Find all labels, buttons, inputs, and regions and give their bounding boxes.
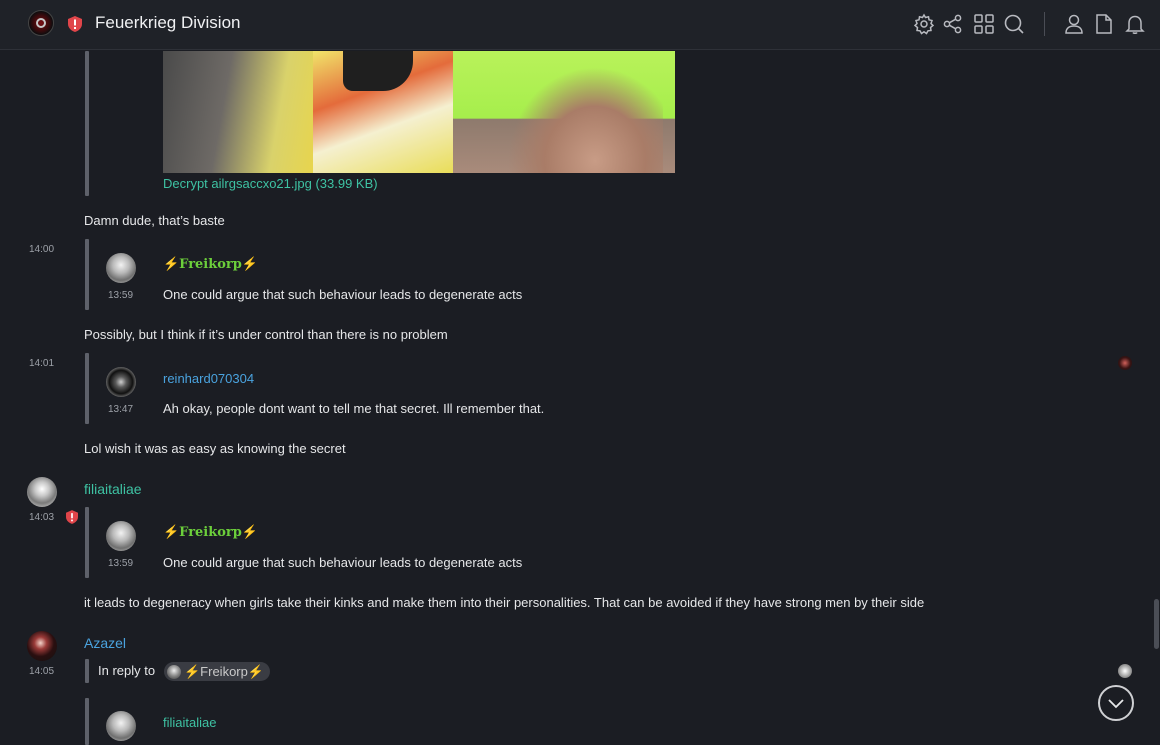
image-attachment[interactable] (163, 51, 675, 173)
reply-to-pill[interactable]: ⚡Freikorp⚡ (164, 662, 271, 681)
message-body: Possibly, but I think if it’s under cont… (84, 327, 448, 342)
read-receipt-avatar[interactable] (1118, 356, 1132, 370)
room-avatar[interactable] (28, 10, 54, 36)
reply-to-name: ⚡Freikorp⚡ (184, 663, 265, 679)
message-timestamp: 14:03 (29, 512, 55, 523)
toolbar-divider (1044, 12, 1045, 36)
message-timestamp: 14:05 (29, 666, 55, 677)
quoted-sender-name[interactable]: ⚡Freikorp⚡ (163, 525, 258, 540)
reply-user-avatar (167, 664, 181, 679)
message-body: it leads to degeneracy when girls take t… (84, 595, 925, 610)
quoted-text: One could argue that such behaviour lead… (163, 287, 523, 302)
quote-bar (85, 353, 89, 424)
sender-name[interactable]: filiaitaliae (84, 481, 142, 497)
grid-icon[interactable] (973, 13, 995, 35)
message-timestamp: 14:01 (29, 358, 55, 369)
quote-bar (85, 51, 89, 196)
quoted-sender-name[interactable]: ⚡Freikorp⚡ (163, 257, 258, 272)
message-body: Damn dude, that’s baste (84, 213, 225, 228)
settings-icon[interactable] (913, 13, 935, 35)
shield-warning-icon (66, 510, 78, 524)
reply-bar (85, 659, 89, 683)
chevron-down-icon (1108, 699, 1124, 709)
sender-avatar[interactable] (27, 631, 57, 661)
room-header: Feuerkrieg Division (0, 0, 1160, 50)
room-title: Feuerkrieg Division (95, 13, 241, 32)
quote-bar (85, 507, 89, 578)
read-receipt-avatar[interactable] (1118, 664, 1132, 678)
scrollbar-thumb[interactable] (1154, 599, 1159, 649)
quoted-text: Ah okay, people dont want to tell me tha… (163, 401, 545, 416)
scroll-to-bottom-button[interactable] (1098, 685, 1134, 721)
message-timestamp: 14:00 (29, 244, 55, 255)
quoted-user-avatar[interactable] (106, 521, 136, 551)
quote-timestamp: 13:59 (108, 558, 134, 569)
shield-warning-icon (68, 16, 82, 32)
quote-bar (85, 239, 89, 310)
message-timeline[interactable]: Decrypt ailrgsaccxo21.jpg (33.99 KB) Dam… (0, 51, 1160, 745)
quoted-sender-name[interactable]: filiaitaliae (163, 715, 216, 730)
sender-name[interactable]: Azazel (84, 635, 126, 651)
quoted-user-avatar[interactable] (106, 711, 136, 741)
quote-bar (85, 698, 89, 745)
quote-timestamp: 13:47 (108, 404, 134, 415)
search-icon[interactable] (1003, 13, 1025, 35)
share-icon[interactable] (942, 13, 964, 35)
attachment-file-link[interactable]: Decrypt ailrgsaccxo21.jpg (33.99 KB) (163, 176, 378, 191)
file-icon[interactable] (1093, 13, 1115, 35)
reply-label: In reply to (98, 663, 156, 678)
sender-avatar[interactable] (27, 477, 57, 507)
message-body: Lol wish it was as easy as knowing the s… (84, 441, 346, 456)
quoted-text: One could argue that such behaviour lead… (163, 555, 523, 570)
quoted-sender-name[interactable]: reinhard070304 (163, 371, 254, 386)
quote-timestamp: 13:59 (108, 290, 134, 301)
quoted-user-avatar[interactable] (106, 367, 136, 397)
quoted-user-avatar[interactable] (106, 253, 136, 283)
bell-icon[interactable] (1124, 13, 1146, 35)
person-icon[interactable] (1063, 13, 1085, 35)
